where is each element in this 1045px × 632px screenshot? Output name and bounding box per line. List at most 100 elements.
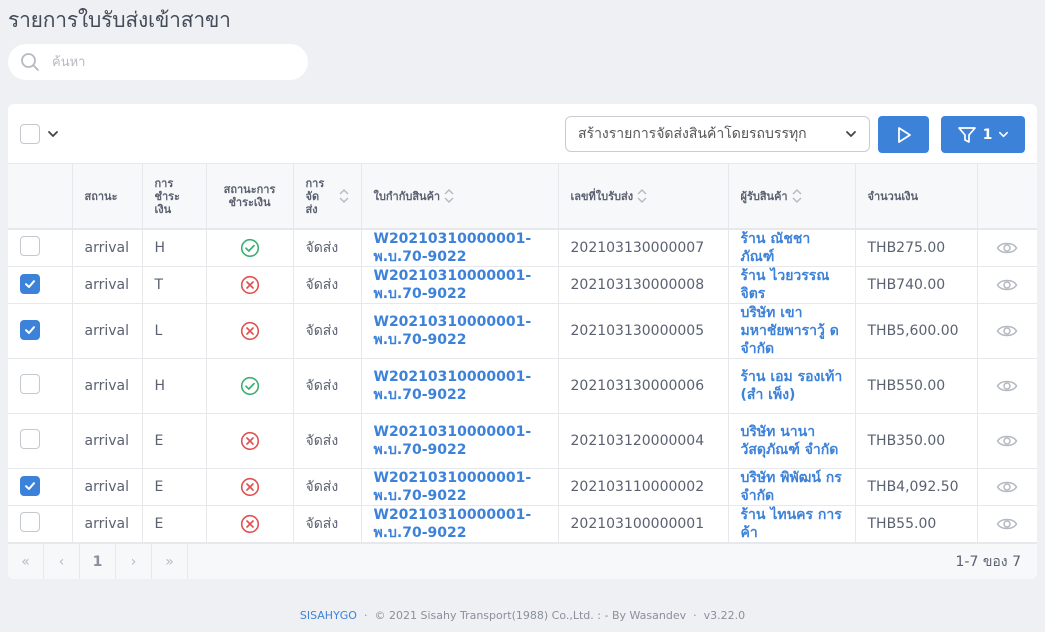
pagination-summary: 1-7 ของ 7 (955, 553, 1022, 570)
cell-select (8, 413, 73, 469)
footer-brand-link[interactable]: SISAHYGO (300, 609, 357, 622)
col-receipt-no[interactable]: เลขที่ใบรับส่ง (558, 164, 729, 230)
chevron-down-icon (846, 131, 856, 137)
cell-amount: THB550.00 (855, 358, 978, 414)
cell-amount: THB275.00 (855, 229, 978, 267)
col-shipping-doc[interactable]: ใบกำกับสินค้า (361, 164, 559, 230)
page-current-button[interactable]: 1 (80, 543, 116, 579)
shipments-table: สถานะ การ ชำระ เงิน สถานะการ ชำระเงิน กา… (8, 164, 1037, 543)
col-amount: จำนวนเงิน (855, 164, 978, 230)
cell-payment: E (142, 505, 207, 543)
cell-status: arrival (72, 468, 143, 506)
eye-icon[interactable] (996, 433, 1018, 449)
col-status: สถานะ (72, 164, 143, 230)
shipping-doc-link[interactable]: W20210310000001-พ.บ.70-9022 (361, 358, 559, 414)
sort-icon[interactable] (444, 188, 454, 204)
shipping-doc-link[interactable]: W20210310000001-พ.บ.70-9022 (361, 413, 559, 469)
cell-actions (977, 303, 1037, 359)
col-receiver[interactable]: ผู้รับสินค้า (728, 164, 856, 230)
cell-amount: THB4,092.50 (855, 468, 978, 506)
eye-icon[interactable] (996, 277, 1018, 293)
cell-payment-status (206, 413, 294, 469)
results-card: สร้างรายการจัดส่งสินค้าโดยรถบรรทุก 1 สถา… (8, 104, 1037, 579)
search-icon (21, 53, 39, 71)
cell-delivery: จัดส่ง (293, 468, 362, 506)
table-row[interactable]: arrival H จัดส่ง W20210310000001-พ.บ.70-902… (8, 229, 1037, 267)
run-action-button[interactable] (878, 116, 929, 153)
table-row[interactable]: arrival E จัดส่ง W20210310000001-พ.บ.70-902… (8, 505, 1037, 543)
cell-payment: E (142, 413, 207, 469)
row-checkbox[interactable] (20, 320, 40, 340)
row-checkbox[interactable] (20, 274, 40, 294)
eye-icon[interactable] (996, 516, 1018, 532)
receiver-link[interactable]: ร้าน ไวยวรรณ จิตร (728, 266, 856, 304)
cell-payment-status (206, 229, 294, 267)
chevron-down-icon[interactable] (47, 128, 59, 140)
table-row[interactable]: arrival E จัดส่ง W20210310000001-พ.บ.70-902… (8, 468, 1037, 506)
receiver-link[interactable]: บริษัท นานา วัสดุภัณฑ์ จำกัด (728, 413, 856, 469)
filter-button[interactable]: 1 (941, 116, 1025, 153)
cell-select (8, 266, 73, 304)
receiver-link[interactable]: ร้าน เอม รองเท้า (สำ เพ็ง) (728, 358, 856, 414)
search-box[interactable] (8, 44, 308, 80)
shipping-doc-link[interactable]: W20210310000001-พ.บ.70-9022 (361, 505, 559, 543)
eye-icon[interactable] (996, 240, 1018, 256)
play-icon (897, 126, 911, 143)
sort-icon[interactable] (339, 188, 349, 204)
shipping-doc-link[interactable]: W20210310000001-พ.บ.70-9022 (361, 468, 559, 506)
col-actions (977, 164, 1037, 230)
cell-status: arrival (72, 358, 143, 414)
cell-delivery: จัดส่ง (293, 229, 362, 267)
cell-select (8, 358, 73, 414)
filter-count: 1 (982, 126, 993, 143)
page-next-button[interactable]: › (116, 543, 152, 579)
footer-version: v3.22.0 (703, 609, 746, 622)
page-first-button[interactable]: « (8, 543, 44, 579)
cell-delivery: จัดส่ง (293, 413, 362, 469)
cell-amount: THB740.00 (855, 266, 978, 304)
eye-icon[interactable] (996, 323, 1018, 339)
eye-icon[interactable] (996, 378, 1018, 394)
cell-delivery: จัดส่ง (293, 303, 362, 359)
cell-select (8, 505, 73, 543)
row-checkbox[interactable] (20, 511, 40, 532)
cell-receipt-no: 202103110000002 (558, 468, 729, 506)
bulk-action-select[interactable]: สร้างรายการจัดส่งสินค้าโดยรถบรรทุก (565, 116, 870, 152)
chevron-down-icon (999, 131, 1009, 138)
select-all-checkbox[interactable] (20, 124, 40, 144)
x-circle-icon (240, 514, 259, 534)
receiver-link[interactable]: ร้าน ณัชชา ภัณฑ์ (728, 229, 856, 267)
table-row[interactable]: arrival H จัดส่ง W20210310000001-พ.บ.70-902… (8, 358, 1037, 414)
sort-icon[interactable] (637, 188, 647, 204)
x-circle-icon (240, 275, 259, 295)
bulk-action-label: สร้างรายการจัดส่งสินค้าโดยรถบรรทุก (578, 126, 807, 142)
table-row[interactable]: arrival T จัดส่ง W20210310000001-พ.บ.70-902… (8, 266, 1037, 304)
receiver-link[interactable]: ร้าน ไทนคร การค้า (728, 505, 856, 543)
shipping-doc-link[interactable]: W20210310000001-พ.บ.70-9022 (361, 229, 559, 267)
row-checkbox[interactable] (20, 428, 40, 449)
table-row[interactable]: arrival L จัดส่ง W20210310000001-พ.บ.70-902… (8, 303, 1037, 359)
row-checkbox[interactable] (20, 235, 40, 256)
sort-icon[interactable] (792, 188, 802, 204)
cell-receipt-no: 202103120000004 (558, 413, 729, 469)
shipping-doc-link[interactable]: W20210310000001-พ.บ.70-9022 (361, 303, 559, 359)
row-checkbox[interactable] (20, 476, 40, 496)
col-delivery[interactable]: การ จัด ส่ง (293, 164, 362, 230)
table-row[interactable]: arrival E จัดส่ง W20210310000001-พ.บ.70-902… (8, 413, 1037, 469)
shipping-doc-link[interactable]: W20210310000001-พ.บ.70-9022 (361, 266, 559, 304)
eye-icon[interactable] (996, 479, 1018, 495)
page-prev-button[interactable]: ‹ (44, 543, 80, 579)
check-circle-icon (240, 238, 259, 258)
footer-separator: · (693, 609, 697, 622)
search-input[interactable] (50, 53, 290, 71)
cell-status: arrival (72, 413, 143, 469)
receiver-link[interactable]: บริษัท เขา มหาชัยพาราวู้ ด จำกัด (728, 303, 856, 359)
page-title: รายการใบรับส่งเข้าสาขา (8, 8, 231, 32)
row-checkbox[interactable] (20, 373, 40, 394)
cell-actions (977, 505, 1037, 543)
receiver-link[interactable]: บริษัท พิพัฒน์ กร จำกัด (728, 468, 856, 506)
page-last-button[interactable]: » (152, 543, 188, 579)
pagination: « ‹ 1 › » 1-7 ของ 7 (8, 543, 1037, 579)
table-toolbar: สร้างรายการจัดส่งสินค้าโดยรถบรรทุก 1 (8, 104, 1037, 164)
cell-status: arrival (72, 229, 143, 267)
